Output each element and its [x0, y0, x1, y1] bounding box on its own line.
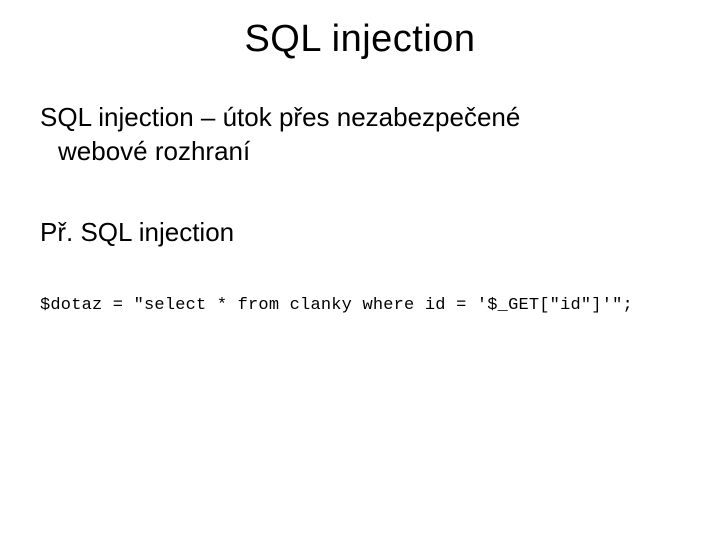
slide-subtitle: SQL injection – útok přes nezabezpečené … — [40, 101, 680, 169]
slide-title: SQL injection — [40, 18, 680, 61]
code-snippet: $dotaz = "select * from clanky where id … — [40, 296, 680, 315]
example-heading: Př. SQL injection — [40, 217, 680, 248]
slide-container: SQL injection SQL injection – útok přes … — [0, 0, 720, 540]
subtitle-line-2: webové rozhraní — [40, 135, 250, 169]
subtitle-line-1: SQL injection – útok přes nezabezpečené — [40, 102, 520, 132]
